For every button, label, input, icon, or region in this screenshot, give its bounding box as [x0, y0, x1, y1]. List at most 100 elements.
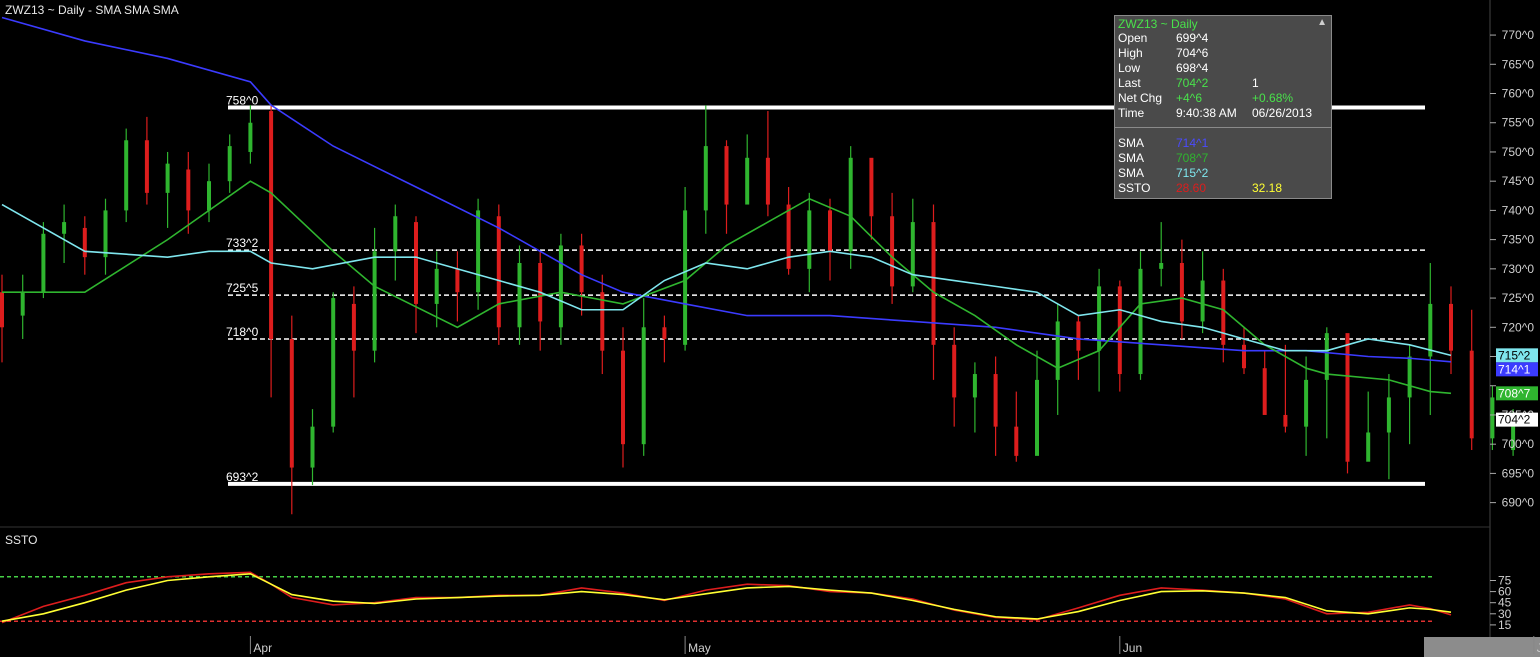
price-tick-label: 755^0: [1502, 116, 1535, 130]
info-label: SMA: [1118, 136, 1145, 150]
date-tick-label: Apr: [253, 641, 272, 655]
candle-body: [828, 210, 832, 252]
candle-body: [972, 374, 977, 398]
candle-body: [1449, 303, 1453, 351]
candle-body: [1490, 397, 1495, 439]
ssto-panel: 1530456075: [0, 571, 1512, 632]
info-extra: 06/26/2013: [1252, 106, 1313, 120]
candle-body: [703, 146, 708, 211]
info-value: 704^2: [1176, 76, 1209, 90]
info-value: 28.60: [1176, 181, 1207, 195]
info-extra: +0.68%: [1252, 91, 1294, 105]
candle-body: [745, 157, 750, 205]
candle-body: [1262, 368, 1267, 415]
candle-body: [372, 251, 377, 351]
ssto-line: [1, 573, 1452, 622]
candle-body: [144, 140, 149, 193]
info-row: SMA 708^7: [1118, 151, 1328, 166]
candle-body: [434, 268, 439, 304]
price-tick-label: 725^0: [1502, 291, 1535, 305]
date-axis: AprMayJunJul: [249, 636, 1540, 655]
candle-body: [351, 303, 356, 351]
candle-body: [1469, 350, 1474, 439]
date-tick-label: Jun: [1123, 641, 1142, 655]
candle-body: [248, 122, 253, 152]
level-label: 718^0: [226, 325, 259, 339]
candle-body: [393, 216, 398, 252]
level-label: 758^0: [226, 94, 259, 108]
info-label: SMA: [1118, 151, 1145, 165]
price-tag-label: 704^2: [1498, 413, 1531, 427]
candle-body: [1055, 321, 1060, 380]
candle-body: [890, 216, 895, 287]
chart-title: ZWZ13 ~ Daily - SMA SMA SMA: [5, 3, 179, 17]
candle-body: [1117, 286, 1122, 375]
info-label: Last: [1118, 76, 1141, 90]
info-row: High 704^6: [1118, 46, 1328, 61]
candle-body: [807, 210, 812, 269]
candle-body: [931, 222, 936, 345]
info-row: SMA 714^1: [1118, 136, 1328, 151]
info-row: Last 704^2 1: [1118, 76, 1328, 91]
info-value: 708^7: [1176, 151, 1209, 165]
price-tag-label: 715^2: [1498, 348, 1531, 362]
candle-body: [641, 327, 646, 445]
candle-body: [848, 157, 853, 252]
candle-body: [579, 245, 584, 293]
price-tick-label: 700^0: [1502, 437, 1535, 451]
info-label: Low: [1118, 61, 1141, 75]
price-tag-label: 714^1: [1498, 362, 1531, 376]
candle-body: [289, 338, 294, 468]
ssto-title: SSTO: [5, 533, 38, 547]
info-label: SMA: [1118, 166, 1145, 180]
candle-body: [1159, 263, 1164, 269]
level-label: 693^2: [226, 470, 259, 484]
candle-body: [186, 169, 191, 211]
candle-body: [476, 210, 481, 293]
price-tick-label: 745^0: [1502, 174, 1535, 188]
candle-body: [1345, 333, 1350, 462]
candle-body: [683, 210, 688, 345]
candle-body: [20, 292, 25, 316]
candle-body: [1014, 426, 1019, 456]
info-value: 714^1: [1176, 136, 1209, 150]
candle-body: [165, 163, 170, 193]
price-tick-label: 750^0: [1502, 145, 1535, 159]
candle-body: [269, 111, 274, 339]
candle-body: [765, 157, 770, 205]
price-tags: 715^2714^1 708^7 704^2: [1496, 348, 1538, 427]
level-label: 725^5: [226, 281, 259, 295]
candle-body: [517, 263, 522, 328]
candle-body: [1179, 263, 1184, 322]
quote-info-box[interactable]: ZWZ13 ~ Daily ▲ Open 699^4 High 704^6 Low 698…: [1114, 15, 1332, 199]
candle-body: [310, 426, 315, 468]
collapse-icon[interactable]: ▲: [1317, 17, 1327, 28]
candle-body: [414, 222, 418, 304]
candle-body: [786, 204, 791, 269]
price-tick-label: 765^0: [1502, 57, 1535, 71]
price-axis: 690^0695^0700^0705^0715^0720^0725^0730^0…: [1490, 28, 1534, 510]
candle-body: [41, 233, 46, 293]
info-label: Net Chg: [1118, 91, 1163, 105]
info-value: 9:40:38 AM: [1176, 106, 1237, 120]
candle-body: [62, 222, 67, 234]
info-value: 704^6: [1176, 46, 1209, 60]
price-tick-label: 735^0: [1502, 233, 1535, 247]
info-value: 699^4: [1176, 31, 1209, 45]
price-tick-label: 695^0: [1502, 466, 1535, 480]
info-row: SSTO 28.60 32.18: [1118, 181, 1328, 196]
date-tick-label: May: [688, 641, 711, 655]
info-extra: 32.18: [1252, 181, 1283, 195]
candle-body: [621, 350, 625, 445]
price-tick-label: 690^0: [1502, 496, 1535, 510]
level-label: 733^2: [226, 236, 259, 250]
info-label: High: [1118, 46, 1143, 60]
candle-body: [993, 374, 998, 427]
candle-body: [1200, 280, 1205, 322]
candle-body: [1076, 321, 1081, 351]
price-tag-label: 708^7: [1498, 386, 1531, 400]
info-label: Open: [1118, 31, 1148, 45]
candle-body: [1428, 303, 1433, 357]
price-tick-label: 760^0: [1502, 87, 1535, 101]
candle-body: [1283, 414, 1288, 427]
